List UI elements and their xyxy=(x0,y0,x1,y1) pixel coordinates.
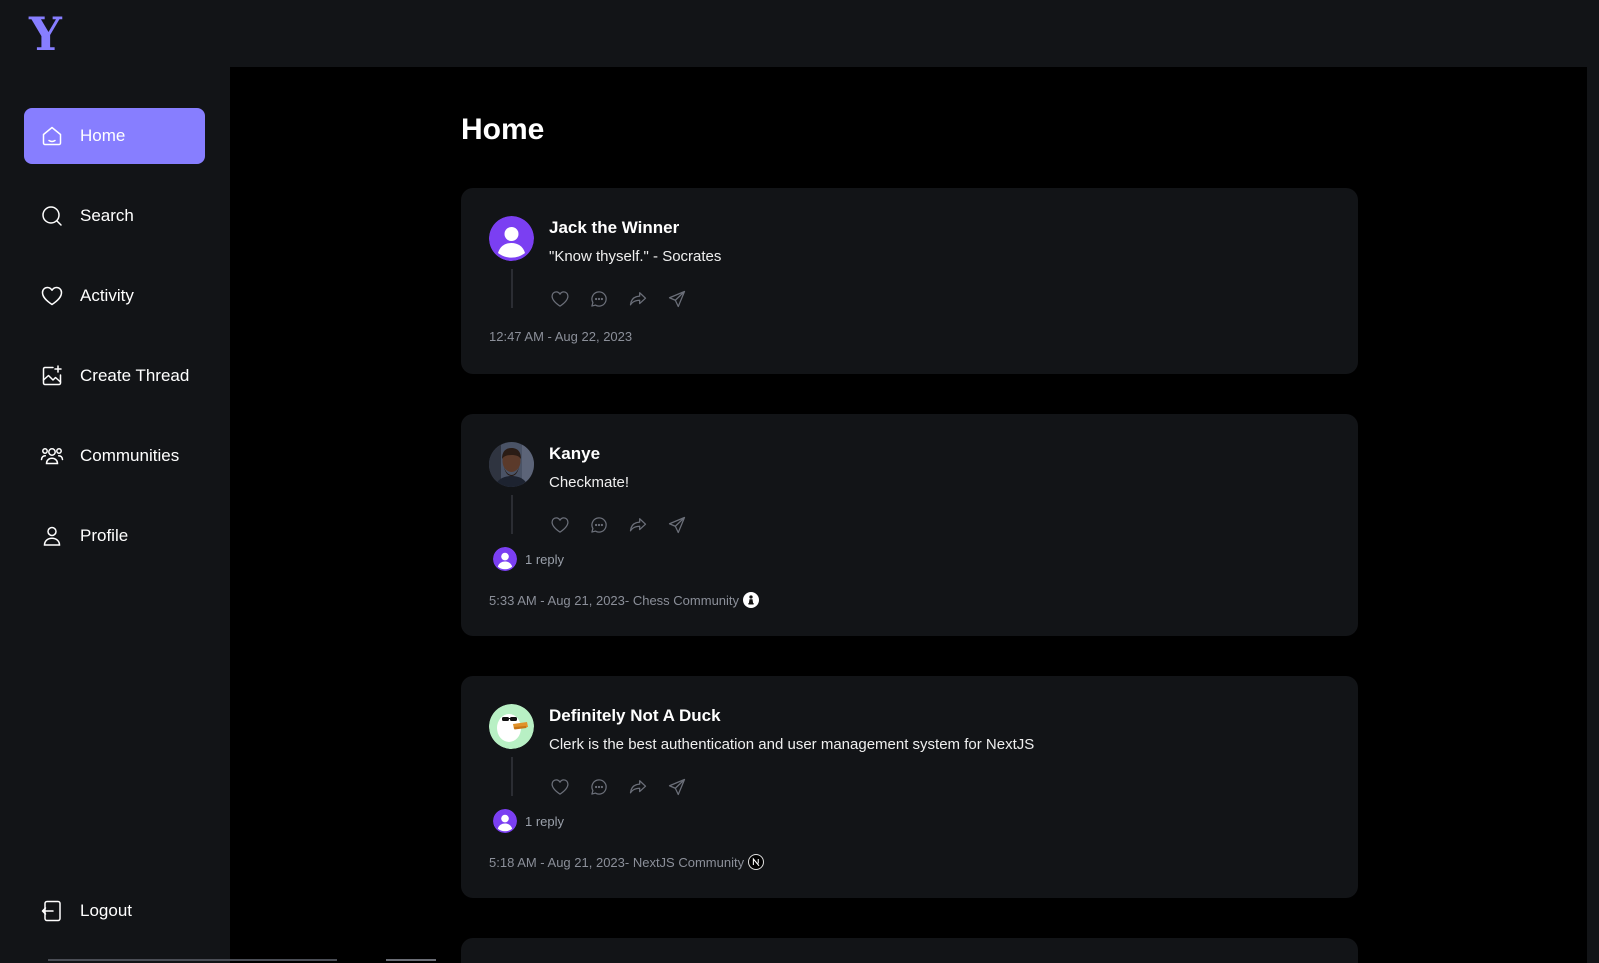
users-icon xyxy=(40,444,64,468)
sidebar-item-label: Profile xyxy=(80,526,129,545)
scroll-indicator xyxy=(48,959,337,961)
scroll-indicator xyxy=(386,959,436,961)
heart-icon[interactable] xyxy=(549,514,571,536)
comment-icon[interactable] xyxy=(588,288,610,310)
sidebar-item-create-thread[interactable]: Create Thread xyxy=(24,348,205,404)
repost-icon[interactable] xyxy=(627,776,649,798)
sidebar-item-search[interactable]: Search xyxy=(24,188,205,244)
logout-icon xyxy=(40,899,64,923)
left-sidebar: Home Search Activity Create Thread Commu… xyxy=(0,67,230,963)
reply-avatar xyxy=(493,547,517,571)
logout-label: Logout xyxy=(80,901,132,920)
user-icon xyxy=(40,524,64,548)
nextjs-logo-icon[interactable] xyxy=(748,854,765,870)
thread-line xyxy=(511,495,513,534)
repost-icon[interactable] xyxy=(627,514,649,536)
chess-pawn-icon[interactable] xyxy=(743,592,760,608)
image-plus-icon xyxy=(40,364,64,388)
replies-count[interactable]: 1 reply xyxy=(525,814,564,829)
thread-content: Checkmate! xyxy=(549,474,630,491)
send-icon[interactable] xyxy=(666,514,688,536)
community-link[interactable]: - NextJS Community xyxy=(625,855,744,870)
sidebar-item-label: Home xyxy=(80,126,126,145)
thread-line xyxy=(511,269,513,308)
topbar: Y xyxy=(0,0,1599,67)
sidebar-item-activity[interactable]: Activity xyxy=(24,268,205,324)
thread-content: "Know thyself." - Socrates xyxy=(549,248,722,265)
thread-meta: 5:18 AM - Aug 21, 2023 - NextJS Communit… xyxy=(489,854,765,870)
sidebar-item-label: Activity xyxy=(80,286,134,305)
reply-avatar xyxy=(493,809,517,833)
page-title: Home xyxy=(461,113,545,146)
thread-author[interactable]: Kanye xyxy=(549,444,600,464)
thread-meta: 12:47 AM - Aug 22, 2023 xyxy=(489,329,632,344)
heart-icon xyxy=(40,284,64,308)
app-logo[interactable]: Y xyxy=(29,9,62,59)
send-icon[interactable] xyxy=(666,288,688,310)
thread-line xyxy=(511,757,513,796)
avatar[interactable] xyxy=(489,704,534,749)
community-link[interactable]: - Chess Community xyxy=(625,593,739,608)
sidebar-item-label: Communities xyxy=(80,446,180,465)
thread-author[interactable]: Jack the Winner xyxy=(549,218,679,238)
sidebar-item-profile[interactable]: Profile xyxy=(24,508,205,564)
sidebar-item-label: Create Thread xyxy=(80,366,190,385)
replies-count[interactable]: 1 reply xyxy=(525,552,564,567)
right-sidebar xyxy=(1587,67,1599,963)
avatar[interactable] xyxy=(489,442,534,487)
search-icon xyxy=(40,204,64,228)
thread-author[interactable]: Definitely Not A Duck xyxy=(549,706,721,726)
thread-card xyxy=(461,938,1358,963)
thread-actions xyxy=(549,514,688,536)
sidebar-item-home[interactable]: Home xyxy=(24,108,205,164)
thread-timestamp: 5:18 AM - Aug 21, 2023 xyxy=(489,854,625,870)
repost-icon[interactable] xyxy=(627,288,649,310)
avatar[interactable] xyxy=(489,216,534,261)
thread-timestamp: 5:33 AM - Aug 21, 2023 xyxy=(489,592,625,608)
logout-button[interactable]: Logout xyxy=(24,883,205,939)
thread-meta: 5:33 AM - Aug 21, 2023 - Chess Community xyxy=(489,592,760,608)
thread-card: Jack the Winner "Know thyself." - Socrat… xyxy=(461,188,1358,374)
send-icon[interactable] xyxy=(666,776,688,798)
heart-icon[interactable] xyxy=(549,288,571,310)
sidebar-item-communities[interactable]: Communities xyxy=(24,428,205,484)
thread-card: Kanye Checkmate! 1 reply 5:33 AM - Aug 2… xyxy=(461,414,1358,636)
thread-card: Definitely Not A Duck Clerk is the best … xyxy=(461,676,1358,898)
replies-row: 1 reply xyxy=(493,809,564,833)
thread-content: Clerk is the best authentication and use… xyxy=(549,736,1035,753)
thread-timestamp: 12:47 AM - Aug 22, 2023 xyxy=(489,329,633,344)
comment-icon[interactable] xyxy=(588,514,610,536)
thread-actions xyxy=(549,288,688,310)
heart-icon[interactable] xyxy=(549,776,571,798)
replies-row: 1 reply xyxy=(493,547,564,571)
home-icon xyxy=(40,124,64,148)
comment-icon[interactable] xyxy=(588,776,610,798)
sidebar-item-label: Search xyxy=(80,206,134,225)
thread-actions xyxy=(549,776,688,798)
